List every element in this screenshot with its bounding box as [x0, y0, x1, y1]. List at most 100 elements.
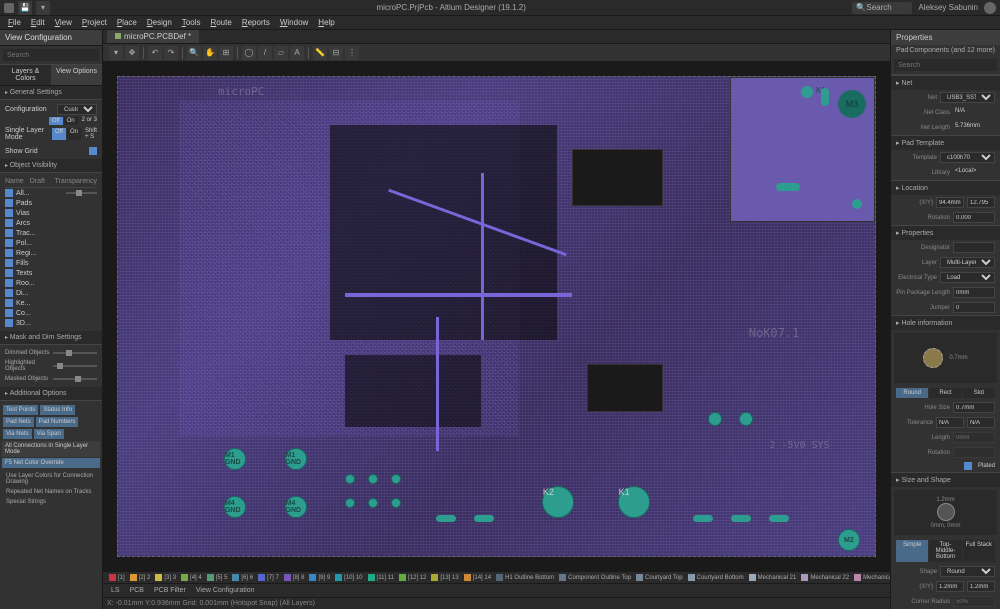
user-name[interactable]: Aleksey Sabunin	[918, 3, 978, 12]
size-x[interactable]	[936, 581, 964, 592]
layer-chip[interactable]: [13] 13	[429, 574, 460, 581]
bottom-tab[interactable]: LS	[107, 586, 124, 595]
menu-file[interactable]: File	[4, 17, 25, 28]
sec-padtpl[interactable]: Pad Template	[891, 136, 1000, 150]
shape-select[interactable]: Round	[940, 566, 995, 577]
layer-chip[interactable]: [3] 3	[153, 574, 178, 581]
sec-location[interactable]: Location	[891, 181, 1000, 195]
layer-chip[interactable]: [6] 6	[230, 574, 255, 581]
objvis-all-check[interactable]	[5, 189, 13, 197]
holesize-input[interactable]	[953, 402, 995, 413]
section-objvis[interactable]: Object Visibility	[0, 159, 102, 173]
menu-place[interactable]: Place	[113, 17, 141, 28]
section-mask[interactable]: Mask and Dim Settings	[0, 331, 102, 345]
stack-simple[interactable]: Simple	[896, 540, 928, 562]
tol-n[interactable]	[936, 417, 964, 428]
objvis-check[interactable]	[5, 229, 13, 237]
holelen-input[interactable]	[953, 432, 995, 443]
via-m2[interactable]: M1 GND	[224, 448, 246, 470]
holerot-input[interactable]	[953, 447, 995, 458]
tool-redo[interactable]: ↷	[164, 46, 178, 60]
menu-edit[interactable]: Edit	[27, 17, 49, 28]
tool-pan[interactable]: ✋	[203, 46, 217, 60]
via-m4b[interactable]: M4 GND	[285, 496, 307, 518]
addl-btn[interactable]: F5 Net Color Override	[2, 458, 100, 468]
layer-chip[interactable]: [7] 7	[256, 574, 281, 581]
config-select[interactable]: Custom	[57, 104, 97, 115]
sec-size[interactable]: Size and Shape	[891, 473, 1000, 487]
via-m2b[interactable]: M1 GND	[285, 448, 307, 470]
menu-project[interactable]: Project	[78, 17, 111, 28]
sec-hole[interactable]: Hole information	[891, 316, 1000, 330]
layer-chip[interactable]: [8] 8	[282, 574, 307, 581]
objvis-check[interactable]	[5, 209, 13, 217]
layer-chip[interactable]: [2] 2	[128, 574, 153, 581]
menu-design[interactable]: Design	[143, 17, 176, 28]
via-m4[interactable]: M4 GND	[224, 496, 246, 518]
cr-input[interactable]	[953, 596, 995, 607]
menu-window[interactable]: Window	[276, 17, 312, 28]
objvis-check[interactable]	[5, 279, 13, 287]
tool-poly[interactable]: ▱	[274, 46, 288, 60]
tab-layers-colors[interactable]: Layers & Colors	[0, 65, 51, 85]
stack-full[interactable]: Full Stack	[963, 540, 995, 562]
tool-zoom[interactable]: 🔍	[187, 46, 201, 60]
tool-grid[interactable]: ⊞	[219, 46, 233, 60]
sec-props[interactable]: Properties	[891, 226, 1000, 240]
layer-chip[interactable]: [5] 5	[205, 574, 230, 581]
jumper-input[interactable]	[953, 302, 995, 313]
tool-undo[interactable]: ↶	[148, 46, 162, 60]
loc-rot[interactable]	[953, 212, 995, 223]
toggle-on[interactable]: On	[64, 117, 78, 125]
loc-x[interactable]	[936, 197, 964, 208]
layer-chip[interactable]: [9] 9	[307, 574, 332, 581]
via-k2[interactable]: K2	[542, 486, 574, 518]
tol-p[interactable]	[967, 417, 995, 428]
addl-btn[interactable]: Via Nets	[3, 429, 32, 439]
addl-btn[interactable]: Test Points	[3, 405, 38, 415]
section-general[interactable]: General Settings	[0, 86, 102, 100]
inset-view[interactable]: K1 M3	[730, 77, 875, 222]
layer-chip[interactable]: [14] 14	[462, 574, 493, 581]
loc-y[interactable]	[967, 197, 995, 208]
net-select[interactable]: USB3_SSTX_N	[940, 92, 995, 103]
menu-route[interactable]: Route	[206, 17, 235, 28]
layer-chip[interactable]: Component Outline Top	[557, 574, 633, 581]
objvis-check[interactable]	[5, 319, 13, 327]
menu-view[interactable]: View	[51, 17, 76, 28]
menu-reports[interactable]: Reports	[238, 17, 274, 28]
addl-btn[interactable]: Via Span	[34, 429, 64, 439]
dropdown-icon[interactable]: ▾	[36, 1, 50, 15]
tool-track[interactable]: /	[258, 46, 272, 60]
bottom-tab[interactable]: PCB Filter	[150, 586, 190, 595]
size-y[interactable]	[967, 581, 995, 592]
layer-select[interactable]: Multi-Layer	[940, 257, 995, 268]
addl-btn[interactable]: Pad Nets	[3, 417, 34, 427]
slm-on[interactable]: On	[67, 128, 81, 140]
dimmed-slider[interactable]	[53, 352, 97, 354]
designator-input[interactable]	[953, 242, 995, 253]
showgrid-checkbox[interactable]	[89, 147, 97, 155]
sec-net[interactable]: Net	[891, 76, 1000, 90]
menu-tools[interactable]: Tools	[178, 17, 205, 28]
objvis-check[interactable]	[5, 289, 13, 297]
objvis-check[interactable]	[5, 199, 13, 207]
tool-align[interactable]: ⊟	[329, 46, 343, 60]
addl-row[interactable]: Special Strings	[2, 497, 100, 507]
layer-chip[interactable]: [10] 10	[333, 574, 364, 581]
tool-text[interactable]: A	[290, 46, 304, 60]
objvis-check[interactable]	[5, 299, 13, 307]
etype-select[interactable]: Load	[940, 272, 995, 283]
objvis-check[interactable]	[5, 239, 13, 247]
layer-chip[interactable]: [12] 12	[397, 574, 428, 581]
layer-chip[interactable]: Mechanical 21	[747, 574, 799, 581]
document-tab[interactable]: microPC.PCBDef *	[107, 30, 199, 43]
addl-row[interactable]: Use Layer Colors for Connection Drawing	[2, 471, 100, 487]
addl-btn[interactable]: Pad Numbers	[36, 417, 79, 427]
masked-slider[interactable]	[53, 378, 97, 380]
layer-chip[interactable]: [4] 4	[179, 574, 204, 581]
objvis-check[interactable]	[5, 219, 13, 227]
objvis-check[interactable]	[5, 259, 13, 267]
plated-check[interactable]	[964, 462, 972, 470]
tool-measure[interactable]: 📏	[313, 46, 327, 60]
